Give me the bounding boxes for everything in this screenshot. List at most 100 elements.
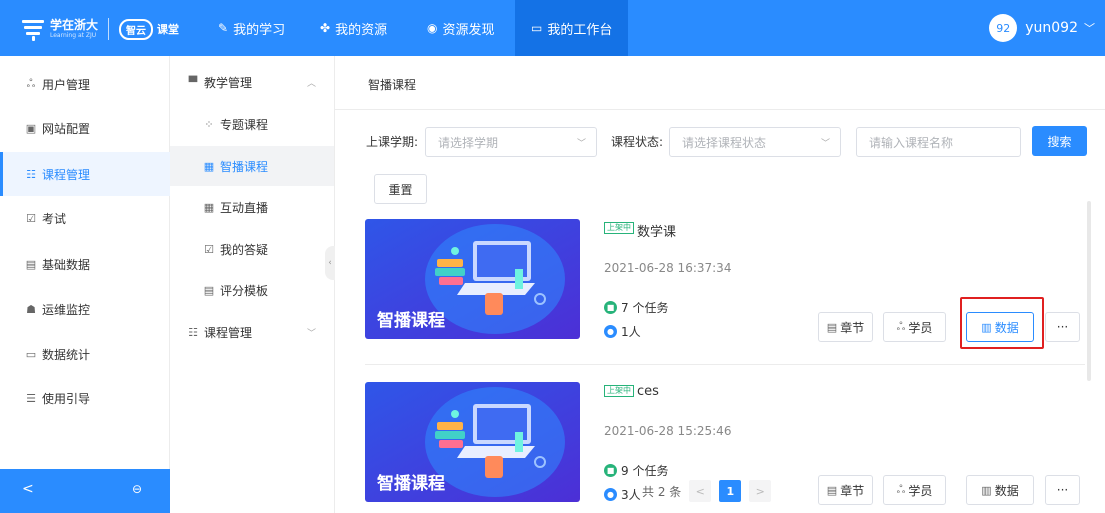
status-badge: 上架中: [604, 385, 634, 397]
subnav-item-live[interactable]: ▦ 互动直播: [170, 187, 334, 227]
subnav-group-label: 课程管理: [204, 325, 253, 340]
sidebar-item-guide[interactable]: ☰ 使用引导: [0, 376, 170, 420]
chevron-down-icon: ﹀: [576, 139, 586, 149]
sidebar-item-label: 用户管理: [42, 77, 91, 92]
nav-label: 我的工作台: [547, 22, 613, 38]
avatar: 92: [989, 14, 1018, 42]
nav-my-resources[interactable]: ✤ 我的资源: [320, 0, 387, 56]
scrollbar[interactable]: [1087, 201, 1091, 381]
nav-my-workbench[interactable]: ▭ 我的工作台: [515, 0, 629, 56]
page-number[interactable]: 1: [719, 480, 742, 502]
divider: [335, 109, 1105, 110]
chapters-button[interactable]: ▤ 章节: [818, 475, 873, 505]
sub-navigation: ▀ 教学管理 ︿ ⁘ 专题课程 ▦ 智播课程 ▦ 互动直播 ☑ 我的答疑 ▤ 评…: [170, 56, 335, 513]
course-thumbnail[interactable]: 智播课程: [365, 219, 580, 339]
collapse-sidebar-icon[interactable]: <: [22, 481, 34, 497]
next-page-button[interactable]: >: [749, 480, 772, 502]
grid-icon: ▦: [203, 200, 215, 214]
course-date: 2021-06-28 16:37:34: [604, 261, 732, 275]
chapters-button[interactable]: ▤ 章节: [818, 312, 873, 342]
subnav-item-smart-courses[interactable]: ▦ 智播课程: [170, 146, 334, 186]
reset-button[interactable]: 重置: [374, 174, 427, 204]
nav-label: 资源发现: [442, 22, 495, 38]
username: yun092: [1025, 20, 1078, 36]
task-count-text: 7 个任务: [621, 301, 669, 315]
task-count: ■ 7 个任务: [604, 299, 668, 316]
people-icon: ●: [604, 488, 617, 501]
subnav-item-rubric[interactable]: ▤ 评分模板: [170, 270, 334, 310]
logo[interactable]: 学在浙大 Learning at ZJU 智云 课堂: [22, 14, 179, 44]
logo-cloud-badge: 智云: [119, 18, 154, 40]
task-count-text: 9 个任务: [621, 464, 669, 478]
bar-chart-icon: ▥: [981, 483, 992, 497]
chevron-down-icon: ﹀: [1084, 22, 1095, 35]
course-date: 2021-06-28 15:25:46: [604, 424, 732, 438]
course-thumbnail[interactable]: 智播课程: [365, 382, 580, 502]
subnav-group-course-mgmt[interactable]: ☷ 课程管理 ﹀: [170, 312, 334, 352]
document-icon: ▤: [203, 283, 215, 297]
prev-page-button[interactable]: <: [689, 480, 712, 502]
topic-icon: ⁘: [204, 117, 214, 131]
subnav-item-label: 我的答疑: [220, 242, 269, 257]
status-select[interactable]: 请选择课程状态 ﹀: [669, 127, 841, 157]
teaching-icon: ▀: [188, 75, 198, 89]
course-name-input[interactable]: 请输入课程名称: [856, 127, 1021, 157]
nav-label: 我的学习: [233, 22, 286, 38]
more-button[interactable]: ···: [1045, 475, 1080, 505]
students-label: 学员: [908, 483, 933, 498]
sidebar-item-exam[interactable]: ☑ 考试: [0, 196, 170, 240]
collapse-subnav-handle[interactable]: ‹: [325, 246, 335, 280]
resource-icon: ✤: [320, 21, 331, 35]
subnav-group-teaching[interactable]: ▀ 教学管理 ︿: [170, 62, 334, 102]
pagination-total: 共 2 条: [642, 484, 682, 499]
sidebar-item-base-data[interactable]: ▤ 基础数据: [0, 242, 170, 286]
logo-divider: [108, 18, 110, 40]
students-label: 学员: [908, 320, 933, 335]
database-icon: ▤: [25, 257, 37, 271]
people-icon: ●: [604, 325, 617, 338]
sidebar-item-ops-monitor[interactable]: ☗ 运维监控: [0, 287, 170, 331]
checklist-icon: ☑: [26, 211, 36, 225]
course-title[interactable]: ces: [637, 384, 659, 399]
subnav-item-my-qa[interactable]: ☑ 我的答疑: [170, 229, 334, 269]
sidebar-item-statistics[interactable]: ▭ 数据统计: [0, 332, 170, 376]
sidebar-item-site-config[interactable]: ▣ 网站配置: [0, 106, 170, 150]
list-icon: ☷: [188, 325, 198, 339]
chapters-label: 章节: [840, 320, 865, 335]
user-menu[interactable]: 92 yun092 ﹀: [989, 12, 1095, 44]
term-filter-label: 上课学期:: [366, 135, 419, 149]
students-button[interactable]: ஃ 学员: [883, 475, 946, 505]
course-name-placeholder: 请输入课程名称: [869, 135, 954, 150]
nav-resource-discovery[interactable]: ◉ 资源发现: [427, 0, 495, 56]
task-icon: ■: [604, 464, 617, 477]
chevron-down-icon: ﹀: [306, 328, 316, 339]
course-title[interactable]: 数学课: [637, 221, 676, 240]
pagination: 共 2 条 < 1 >: [642, 480, 772, 502]
sidebar-item-label: 考试: [42, 211, 67, 226]
subnav-item-label: 评分模板: [220, 283, 269, 298]
thumbnail-caption: 智播课程: [377, 474, 445, 494]
term-select[interactable]: 请选择学期 ﹀: [425, 127, 597, 157]
search-button[interactable]: 搜索: [1032, 126, 1087, 156]
sidebar-item-label: 运维监控: [42, 302, 91, 317]
subnav-item-topic-courses[interactable]: ⁘ 专题课程: [170, 104, 334, 144]
nav-my-learning[interactable]: ✎ 我的学习: [218, 0, 285, 56]
logo-subtext: Learning at ZJU: [50, 32, 97, 39]
sidebar-item-users[interactable]: ஃ 用户管理: [0, 62, 170, 106]
user-icon: ஃ: [896, 482, 906, 496]
status-badge: 上架中: [604, 222, 634, 234]
data-button[interactable]: ▥ 数据: [966, 475, 1034, 505]
status-select-placeholder: 请选择课程状态: [682, 135, 767, 150]
sidebar-item-label: 基础数据: [42, 257, 91, 272]
more-button[interactable]: ···: [1045, 312, 1080, 342]
term-select-placeholder: 请选择学期: [438, 135, 499, 150]
monitor-alert-icon: ☗: [26, 302, 36, 316]
students-button[interactable]: ஃ 学员: [883, 312, 946, 342]
sidebar-item-course-mgmt[interactable]: ☷ 课程管理: [0, 152, 170, 196]
subnav-group-label: 教学管理: [204, 75, 253, 90]
main-content: 智播课程 上课学期: 请选择学期 ﹀ 课程状态: 请选择课程状态 ﹀ 请输入课程…: [335, 56, 1105, 513]
course-card: 智播课程 上架中 ces 2021-06-28 15:25:46 ■ 9 个任务…: [365, 382, 1080, 512]
lock-icon[interactable]: ⊖: [132, 482, 142, 496]
discover-icon: ◉: [427, 21, 438, 35]
student-count: ● 3人: [604, 486, 641, 503]
